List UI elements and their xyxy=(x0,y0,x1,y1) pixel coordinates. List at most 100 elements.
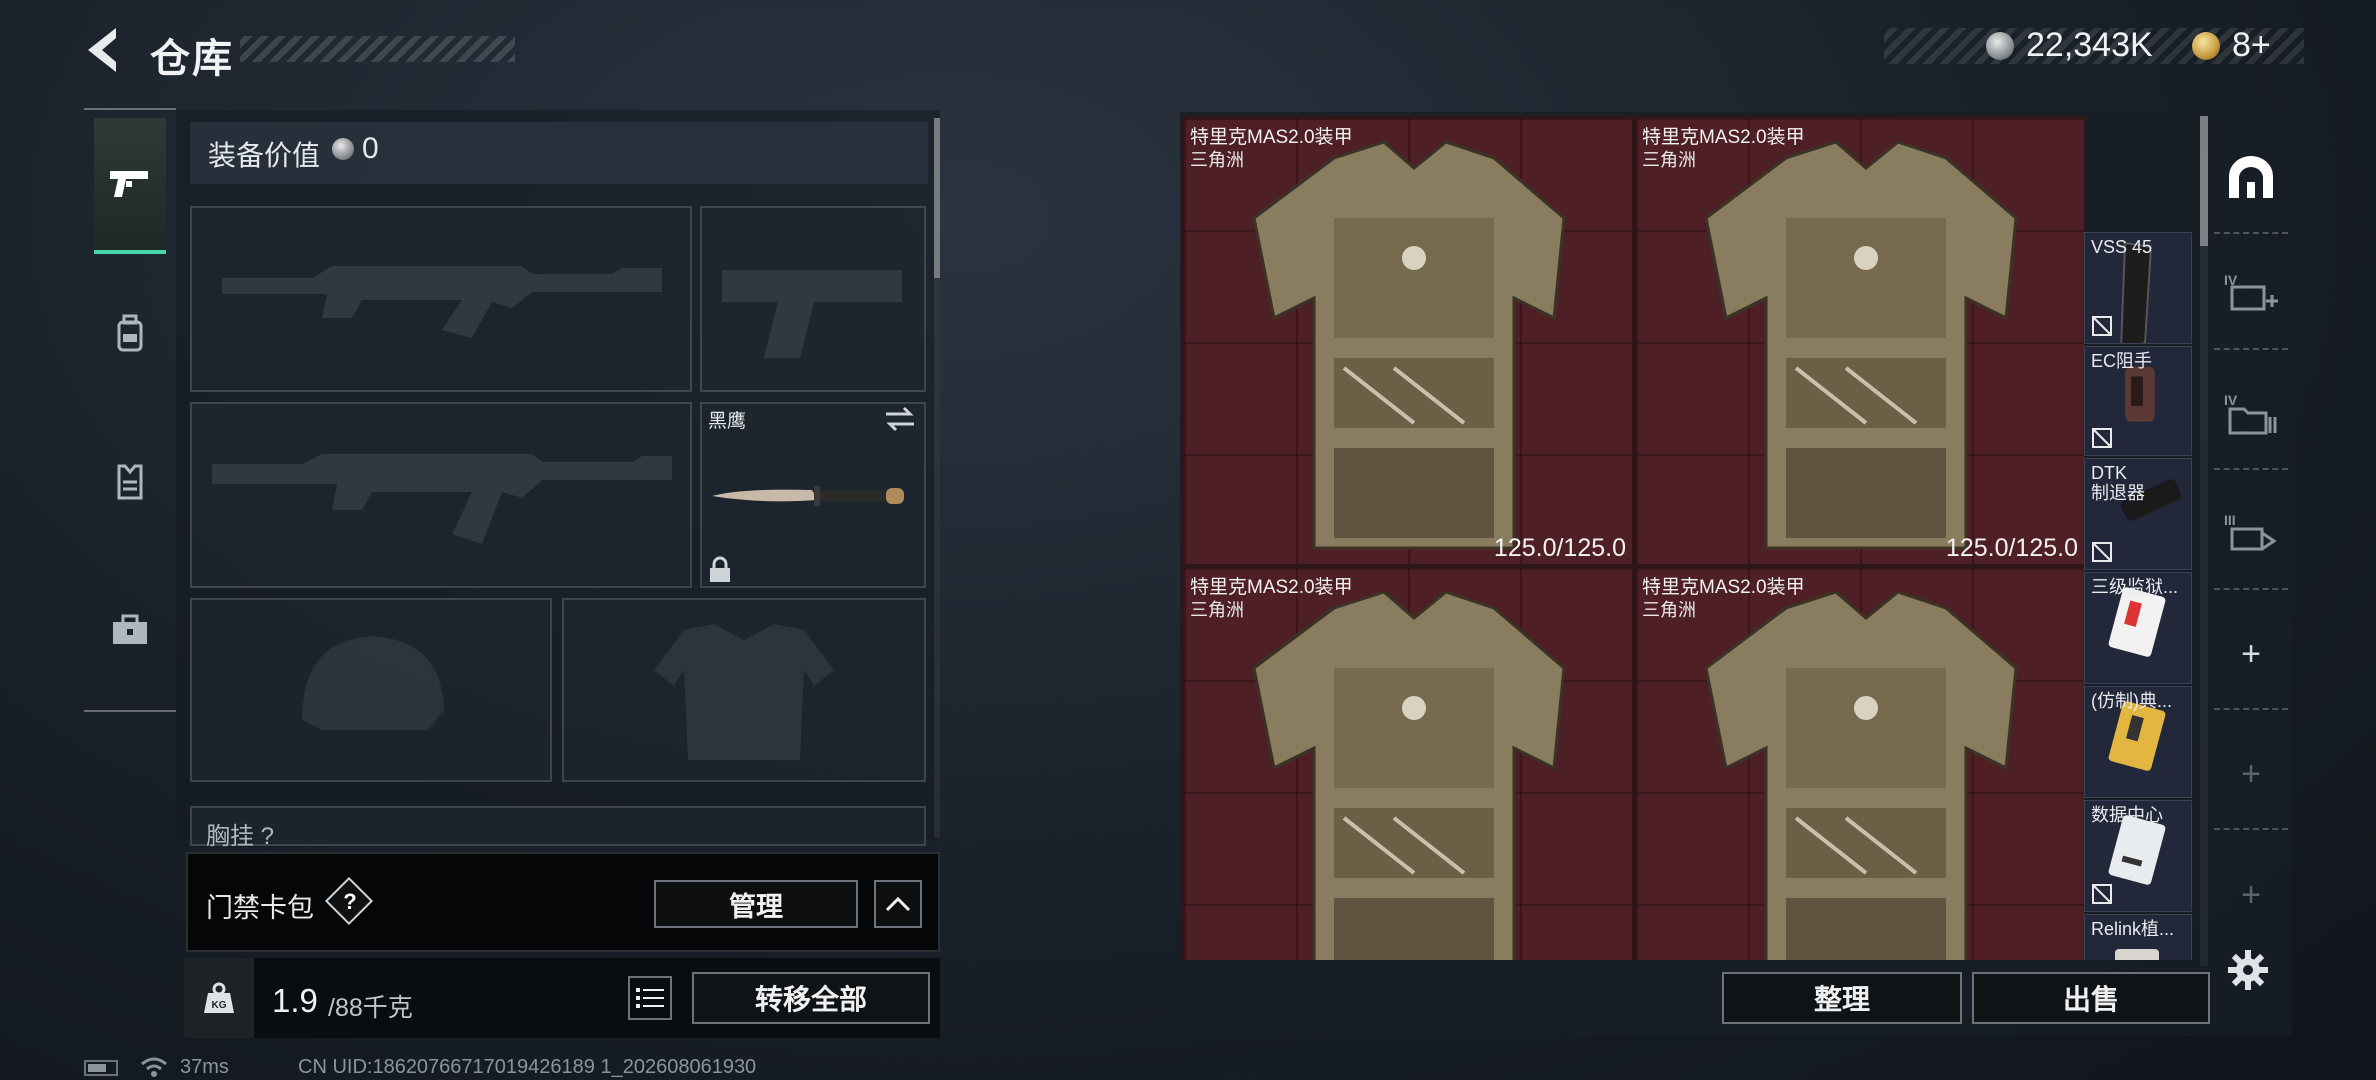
tab-weapons[interactable] xyxy=(94,118,166,254)
tab-storage-case-iv[interactable]: IV xyxy=(2214,240,2288,350)
armor-durability: 125.0/125.0 xyxy=(1493,534,1626,562)
transfer-all-button[interactable]: 转移全部 xyxy=(692,972,930,1024)
side-item-cell[interactable]: VSS 45 xyxy=(2084,232,2192,344)
armor-vest-icon xyxy=(1704,140,2018,550)
armor-item-cell[interactable]: 特里克MAS2.0装甲 三角洲 xyxy=(1182,566,1634,960)
back-button[interactable] xyxy=(80,22,130,78)
armor-silhouette-icon xyxy=(654,624,834,760)
gold-amount[interactable]: 8+ xyxy=(2232,26,2271,65)
add-storage-slot-locked-2: + xyxy=(2241,875,2261,914)
side-item-label: (仿制)典... xyxy=(2091,691,2172,711)
vest-icon xyxy=(117,464,143,500)
primary-weapon-slot[interactable] xyxy=(190,206,692,392)
equipment-value: 0 xyxy=(362,132,379,165)
stash-grid: 特里克MAS2.0装甲 三角洲 125.0/125.0 特里克MAS2.0装甲 三角洲 1… xyxy=(1182,116,2200,960)
svg-text:IV: IV xyxy=(2224,392,2238,408)
backpack-icon xyxy=(117,314,143,352)
side-item-label: EC阻手 xyxy=(2091,351,2153,371)
collapse-button[interactable] xyxy=(874,880,922,928)
pistol-icon xyxy=(110,171,148,197)
melee-name: 黑鹰 xyxy=(708,411,747,432)
value-coin-icon xyxy=(332,138,354,160)
rifle-silhouette-icon xyxy=(212,454,672,544)
tab-toolbox[interactable] xyxy=(94,562,166,698)
chevron-up-icon xyxy=(885,896,911,912)
money-amount: 22,343K xyxy=(2026,26,2153,64)
swap-icon[interactable] xyxy=(884,406,916,437)
weight-icon: KG xyxy=(204,982,234,1013)
no-insurance-icon xyxy=(2092,316,2112,336)
armor-subtitle: 三角洲 xyxy=(1642,600,1696,620)
armor-durability: 125.0/125.0 xyxy=(1945,534,2078,562)
side-item-cell[interactable]: (仿制)典... xyxy=(2084,686,2192,798)
secondary-weapon-slot[interactable] xyxy=(190,402,692,588)
list-icon xyxy=(636,988,664,1008)
helmet-slot[interactable] xyxy=(190,598,552,782)
side-item-label: 三级监狱... xyxy=(2091,577,2179,597)
helmet-silhouette-icon xyxy=(302,636,444,730)
rifle-silhouette-icon xyxy=(222,266,662,338)
list-view-button[interactable] xyxy=(628,976,672,1020)
title-decoration xyxy=(240,36,515,62)
gold-coin-icon xyxy=(2192,32,2220,60)
armor-item-cell[interactable]: 特里克MAS2.0装甲 三角洲 xyxy=(1634,566,2086,960)
svg-text:III: III xyxy=(2224,512,2236,528)
add-storage-slot-locked: + xyxy=(2214,720,2288,830)
tab-storage-folder-iv[interactable]: IV xyxy=(2214,360,2288,470)
armor-slot[interactable] xyxy=(562,598,926,782)
manage-button[interactable]: 管理 xyxy=(654,880,858,928)
toolbox-icon xyxy=(113,614,147,644)
side-item-label: VSS 45 xyxy=(2091,237,2153,257)
add-storage-button[interactable]: + xyxy=(2214,600,2288,710)
keycard-case-label: 门禁卡包 xyxy=(206,893,314,923)
side-item-cell[interactable]: 三级监狱... xyxy=(2084,572,2192,684)
equipment-scrollbar-thumb[interactable] xyxy=(934,118,940,278)
uid-readout: CN UID:18620766717019426189 1_2026080619… xyxy=(298,1056,757,1078)
tab-chest-rig[interactable] xyxy=(94,414,166,550)
side-item-cell[interactable]: EC阻手 xyxy=(2084,346,2192,456)
armor-vest-icon xyxy=(1252,140,1566,550)
side-item-label: 数据中心 xyxy=(2091,805,2163,825)
case-iii-icon: III xyxy=(2224,512,2277,551)
pistol-slot[interactable] xyxy=(700,206,926,392)
svg-text:KG: KG xyxy=(212,1000,227,1011)
sort-button[interactable]: 整理 xyxy=(1722,972,1962,1024)
bunker-icon xyxy=(2229,156,2273,198)
chest-rig-slot[interactable] xyxy=(190,806,926,846)
settings-button[interactable] xyxy=(2226,948,2270,997)
no-insurance-icon xyxy=(2092,884,2112,904)
case-iv-icon: IV xyxy=(2224,272,2278,311)
no-insurance-icon xyxy=(2092,428,2112,448)
side-item-cell[interactable]: 数据中心 xyxy=(2084,800,2192,912)
armor-subtitle: 三角洲 xyxy=(1190,150,1244,170)
wifi-icon xyxy=(140,1056,168,1080)
tab-backpack[interactable] xyxy=(94,266,166,402)
armor-vest-icon xyxy=(1704,590,2018,960)
sell-button[interactable]: 出售 xyxy=(1972,972,2210,1024)
armor-name: 特里克MAS2.0装甲 xyxy=(1642,127,1805,148)
side-item-label: Relink植... xyxy=(2091,919,2175,939)
tab-storage-iii[interactable]: III xyxy=(2214,480,2288,590)
gear-icon xyxy=(2228,950,2268,990)
armor-subtitle: 三角洲 xyxy=(1190,600,1244,620)
chest-rig-label: 胸挂 ? xyxy=(206,823,275,850)
side-item-cell[interactable]: DTK 制退器 xyxy=(2084,458,2192,570)
armor-name: 特里克MAS2.0装甲 xyxy=(1190,127,1353,148)
battery-fill xyxy=(88,1064,106,1072)
lock-icon xyxy=(708,556,732,589)
money-coin-icon xyxy=(1986,32,2014,60)
armor-item-cell[interactable]: 特里克MAS2.0装甲 三角洲 125.0/125.0 xyxy=(1634,116,2086,566)
armor-subtitle: 三角洲 xyxy=(1642,150,1696,170)
help-button[interactable]: ? xyxy=(333,885,367,919)
armor-item-cell[interactable]: 特里克MAS2.0装甲 三角洲 125.0/125.0 xyxy=(1182,116,1634,566)
side-item-cell[interactable]: Relink植... xyxy=(2084,914,2192,960)
page-title: 仓库 xyxy=(150,37,234,81)
equipment-value-label: 装备价值 xyxy=(208,140,321,171)
stash-scrollbar-thumb[interactable] xyxy=(2200,116,2208,246)
armor-name: 特里克MAS2.0装甲 xyxy=(1642,577,1805,598)
weight-capacity: /88千克 xyxy=(328,994,413,1022)
ping-readout: 37ms xyxy=(180,1056,229,1078)
tab-storage-main[interactable] xyxy=(2214,124,2288,234)
folder-iv-icon: IV xyxy=(2224,392,2277,435)
pistol-silhouette-icon xyxy=(722,270,902,358)
